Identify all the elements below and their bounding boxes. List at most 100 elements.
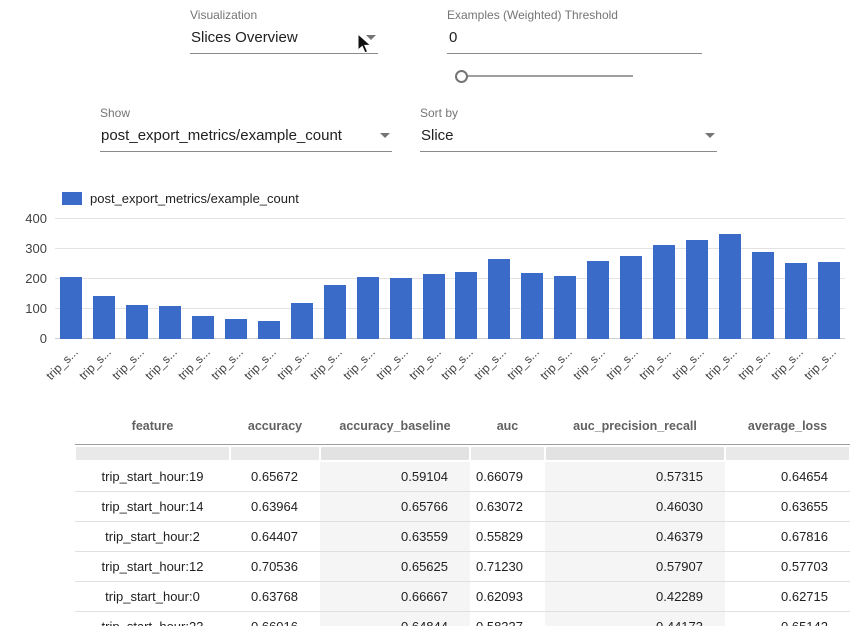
bar[interactable] — [686, 240, 708, 339]
sort-by-field: Sort by Slice — [420, 106, 717, 152]
bar[interactable] — [159, 306, 181, 339]
bar-chart: 0100200300400 trip_s...trip_s...trip_s..… — [55, 219, 845, 339]
bar[interactable] — [455, 272, 477, 339]
mouse-cursor-icon — [356, 33, 374, 55]
metric-cell: 0.65142 — [725, 612, 850, 626]
visualization-value: Slices Overview — [191, 29, 298, 46]
table-row[interactable]: trip_start_hour:00.637680.666670.62093 0.… — [75, 582, 850, 612]
column-header-auc[interactable]: auc — [470, 419, 545, 433]
metric-cell: 0.63072 — [470, 492, 545, 521]
feature-cell: trip_start_hour:23 — [75, 612, 230, 626]
column-header-average_loss[interactable]: average_loss — [725, 419, 850, 433]
metric-cell: 0.66016 — [230, 612, 320, 626]
filter-input[interactable] — [76, 447, 229, 460]
bar[interactable] — [324, 285, 346, 339]
slider-track[interactable] — [459, 75, 633, 77]
metric-cell: 0.65625 — [320, 552, 470, 581]
filter-input[interactable] — [726, 447, 849, 460]
metric-cell: 0.64407 — [230, 522, 320, 551]
table-row[interactable]: trip_start_hour:140.639640.657660.630720… — [75, 492, 850, 522]
bar[interactable] — [291, 303, 313, 339]
metric-cell: 0.64844 — [320, 612, 470, 626]
sort-by-value: Slice — [421, 127, 454, 144]
y-axis-tick-label: 100 — [5, 301, 47, 316]
metric-cell: 0.63768 — [230, 582, 320, 611]
bar[interactable] — [60, 277, 82, 339]
show-select[interactable]: post_export_metrics/example_count — [100, 122, 392, 152]
bar[interactable] — [719, 234, 741, 339]
legend-swatch — [62, 192, 82, 205]
column-header-accuracy_baseline[interactable]: accuracy_baseline — [320, 419, 470, 433]
bar[interactable] — [818, 262, 840, 339]
bar[interactable] — [192, 316, 214, 339]
threshold-field: Examples (Weighted) Threshold 0 — [447, 8, 702, 54]
metric-cell: 0.57703 — [725, 552, 850, 581]
table-row[interactable]: trip_start_hour:120.705360.656250.712300… — [75, 552, 850, 582]
sort-by-label: Sort by — [420, 106, 717, 120]
y-axis-tick-label: 0 — [5, 331, 47, 346]
metric-cell: 0.57315 — [545, 462, 725, 491]
feature-cell: trip_start_hour:0 — [75, 582, 230, 611]
filter-input[interactable] — [546, 447, 724, 460]
filter-input[interactable] — [471, 447, 544, 460]
metric-cell: 0.62093 — [470, 582, 545, 611]
table-row[interactable]: trip_start_hour:230.660160.648440.583370… — [75, 612, 850, 626]
table-row[interactable]: trip_start_hour:190.656720.591040.660790… — [75, 462, 850, 492]
filter-input[interactable] — [231, 447, 319, 460]
slider-thumb[interactable] — [455, 70, 468, 83]
metric-cell: 0.63964 — [230, 492, 320, 521]
column-header-accuracy[interactable]: accuracy — [230, 419, 320, 433]
bar[interactable] — [93, 296, 115, 339]
metric-cell: 0.46379 — [545, 522, 725, 551]
metric-cell: 0.44173 — [545, 612, 725, 626]
bar[interactable] — [390, 278, 412, 339]
metric-cell: 0.65672 — [230, 462, 320, 491]
filter-cell — [75, 445, 230, 462]
metric-cell: 0.63655 — [725, 492, 850, 521]
table-row[interactable]: trip_start_hour:20.644070.635590.558290.… — [75, 522, 850, 552]
metric-cell: 0.59104 — [320, 462, 470, 491]
bar[interactable] — [357, 277, 379, 339]
metric-cell: 0.66667 — [320, 582, 470, 611]
feature-cell: trip_start_hour:14 — [75, 492, 230, 521]
sort-by-select[interactable]: Slice — [420, 122, 717, 152]
metric-cell: 0.70536 — [230, 552, 320, 581]
filter-cell — [470, 445, 545, 462]
visualization-select[interactable]: Slices Overview — [190, 24, 378, 54]
filter-cell — [545, 445, 725, 462]
filter-input[interactable] — [321, 447, 469, 460]
bar[interactable] — [653, 245, 675, 339]
threshold-slider[interactable] — [455, 68, 633, 84]
feature-cell: trip_start_hour:2 — [75, 522, 230, 551]
bar[interactable] — [554, 276, 576, 339]
bar[interactable] — [620, 256, 642, 339]
filter-cell — [230, 445, 320, 462]
threshold-input[interactable]: 0 — [447, 24, 702, 54]
legend-label: post_export_metrics/example_count — [90, 191, 299, 206]
metrics-table: featureaccuracyaccuracy_baselineaucauc_p… — [75, 408, 850, 626]
show-field: Show post_export_metrics/example_count — [100, 106, 392, 152]
bar[interactable] — [521, 273, 543, 339]
metric-cell: 0.46030 — [545, 492, 725, 521]
bar[interactable] — [587, 261, 609, 339]
y-axis-tick-label: 400 — [5, 211, 47, 226]
metric-cell: 0.62715 — [725, 582, 850, 611]
bar[interactable] — [225, 319, 247, 339]
column-header-auc_precision_recall[interactable]: auc_precision_recall — [545, 419, 725, 433]
metric-cell: 0.65766 — [320, 492, 470, 521]
bar[interactable] — [488, 259, 510, 339]
threshold-label: Examples (Weighted) Threshold — [447, 8, 702, 22]
bar[interactable] — [126, 305, 148, 339]
bar[interactable] — [258, 321, 280, 339]
feature-cell: trip_start_hour:12 — [75, 552, 230, 581]
slices-overview-app: Visualization Slices Overview Examples (… — [0, 0, 863, 626]
metric-cell: 0.67816 — [725, 522, 850, 551]
bar[interactable] — [752, 252, 774, 339]
filter-cell — [320, 445, 470, 462]
gridline — [55, 218, 845, 219]
bar[interactable] — [785, 263, 807, 339]
metric-cell: 0.55829 — [470, 522, 545, 551]
column-header-feature[interactable]: feature — [75, 419, 230, 433]
bar[interactable] — [423, 274, 445, 339]
visualization-label: Visualization — [190, 8, 378, 22]
